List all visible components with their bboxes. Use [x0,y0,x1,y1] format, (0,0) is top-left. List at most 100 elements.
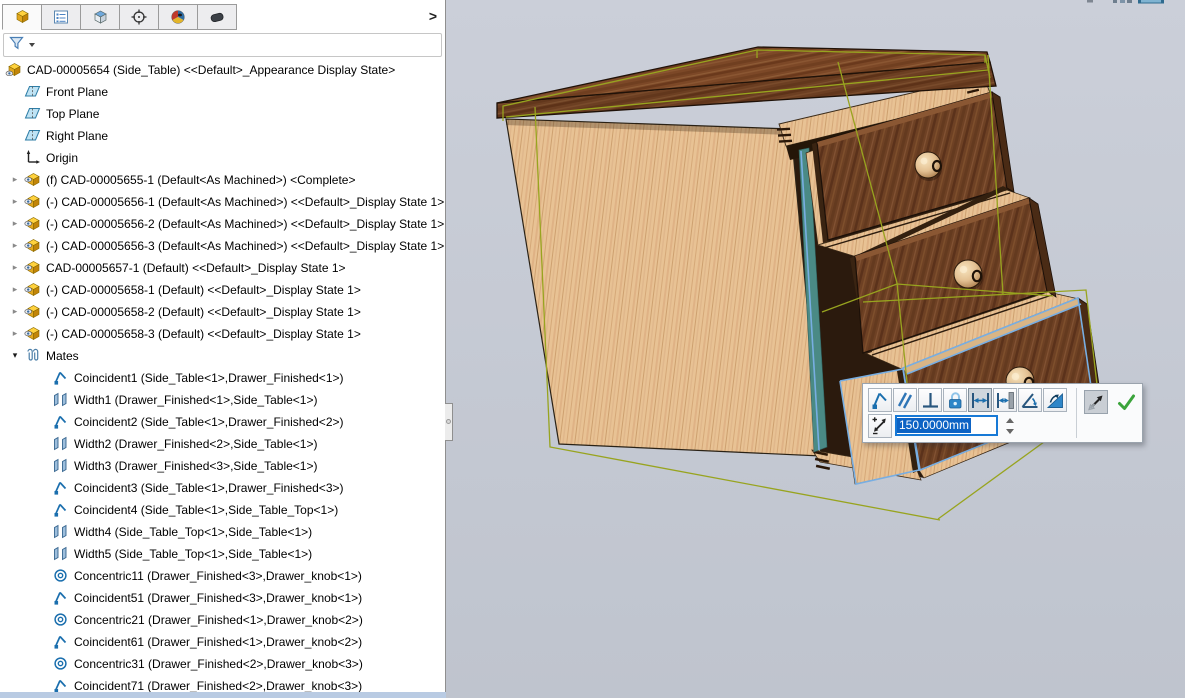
distance-value-input[interactable]: 150.0000mm [895,415,998,436]
tree-item[interactable]: Front Plane [0,80,444,102]
tree-item[interactable]: ▸ (-) CAD-00005658-1 (Default) <<Default… [0,278,444,300]
distance-spinner[interactable] [1004,416,1016,436]
featuremanager-icon [13,8,31,26]
distance-icon [969,389,991,411]
tree-item-label: (-) CAD-00005658-1 (Default) <<Default>_… [46,282,361,297]
tree-filter-input[interactable] [3,33,442,57]
tree-item[interactable]: Coincident61 (Drawer_Finished<1>,Drawer_… [0,630,444,652]
configurationmanager-tab[interactable] [80,4,120,30]
part-icon [24,193,41,210]
tree-item[interactable]: ▸ (-) CAD-00005658-3 (Default) <<Default… [0,322,444,344]
expand-arrow-icon[interactable]: ▸ [6,306,24,317]
tree-item[interactable]: Width2 (Drawer_Finished<2>,Side_Table<1>… [0,432,444,454]
splitter-grip-icon [446,419,451,424]
modify-dimension-button[interactable] [868,414,892,438]
tree-item[interactable]: Concentric21 (Drawer_Finished<1>,Drawer_… [0,608,444,630]
concentric-mate-icon [52,655,69,672]
perpendicular-icon [919,389,941,411]
tree-item[interactable]: Width5 (Side_Table_Top<1>,Side_Table<1>) [0,542,444,564]
tree-horizontal-scrollbar[interactable] [0,692,446,698]
coincident-mate-icon [52,501,69,518]
expand-arrow-icon[interactable]: ▸ [6,240,24,251]
tree-item[interactable]: Top Plane [0,102,444,124]
panel-overflow-chevron-icon[interactable]: > [429,8,437,24]
drawer-knob[interactable] [915,152,942,181]
tree-item[interactable]: Origin [0,146,444,168]
tree-item-label: (-) CAD-00005656-3 (Default<As Machined>… [46,238,444,253]
displaymanager-tab[interactable] [158,4,198,30]
tree-item-label: (-) CAD-00005656-2 (Default<As Machined>… [46,216,444,231]
coincident-mate-icon [52,633,69,650]
tree-item[interactable]: CAD-00005654 (Side_Table) <<Default>_App… [0,58,444,80]
expand-arrow-icon[interactable]: ▸ [6,174,24,185]
tree-item[interactable]: Coincident4 (Side_Table<1>,Side_Table_To… [0,498,444,520]
limit-distance-mate-button[interactable] [993,388,1017,412]
expand-arrow-icon[interactable]: ▸ [6,196,24,207]
tree-item[interactable]: Coincident3 (Side_Table<1>,Drawer_Finish… [0,476,444,498]
distance-value-text: 150.0000mm [897,418,971,433]
expand-arrow-icon[interactable]: ▸ [6,284,24,295]
part-icon [24,237,41,254]
flip-dimension-button[interactable] [1084,390,1108,414]
graphics-viewport[interactable] [446,0,1185,698]
tree-item[interactable]: ▸ (-) CAD-00005656-3 (Default<As Machine… [0,234,444,256]
feature-tree: CAD-00005654 (Side_Table) <<Default>_App… [0,58,444,692]
panel-splitter-handle[interactable] [445,403,453,441]
tree-filter-bar [0,31,445,58]
expand-arrow-icon[interactable]: ▸ [6,262,24,273]
tree-item[interactable]: Width4 (Side_Table_Top<1>,Side_Table<1>) [0,520,444,542]
tree-item-label: Width3 (Drawer_Finished<3>,Side_Table<1>… [74,458,317,473]
tree-item-label: Coincident71 (Drawer_Finished<2>,Drawer_… [74,678,362,693]
coincident-mate-icon [52,479,69,496]
tree-item[interactable]: Concentric11 (Drawer_Finished<3>,Drawer_… [0,564,444,586]
accept-mate-button[interactable] [1114,390,1138,414]
coincident-mate-icon [52,413,69,430]
tree-item-label: Concentric31 (Drawer_Finished<2>,Drawer_… [74,656,363,671]
tree-item[interactable]: Coincident71 (Drawer_Finished<2>,Drawer_… [0,674,444,692]
expand-arrow-icon[interactable]: ▸ [6,218,24,229]
modify-dimension-icon [869,415,891,437]
tree-item-label: Width2 (Drawer_Finished<2>,Side_Table<1>… [74,436,317,451]
distance-mate-button[interactable] [968,388,992,412]
tree-item[interactable]: Coincident2 (Side_Table<1>,Drawer_Finish… [0,410,444,432]
tree-item[interactable]: ▸ (-) CAD-00005656-1 (Default<As Machine… [0,190,444,212]
tree-item[interactable]: Right Plane [0,124,444,146]
solidworks-window: > CAD-00005654 (Side_Table) <<Default>_A… [0,0,1185,698]
tree-item[interactable]: Width1 (Drawer_Finished<1>,Side_Table<1>… [0,388,444,410]
tree-item-label: Front Plane [46,84,108,99]
spin-down-icon[interactable] [1006,429,1014,434]
coincident-mate-icon [52,369,69,386]
coincident-mate-button[interactable] [868,388,892,412]
spin-up-icon[interactable] [1006,418,1014,423]
tree-item[interactable]: ▸ (-) CAD-00005658-2 (Default) <<Default… [0,300,444,322]
tree-item[interactable]: Coincident51 (Drawer_Finished<3>,Drawer_… [0,586,444,608]
tree-item-label: Right Plane [46,128,108,143]
tree-item-label: (-) CAD-00005656-1 (Default<As Machined>… [46,194,444,209]
angle-mate-button[interactable] [1018,388,1042,412]
tree-item-label: Top Plane [46,106,99,121]
filter-funnel-icon[interactable] [8,34,26,56]
width-mate-icon [52,457,69,474]
dimxpertmanager-tab[interactable] [119,4,159,30]
drawer-knob[interactable] [954,260,983,291]
lock-icon [944,389,966,411]
propertymanager-tab[interactable] [41,4,81,30]
tree-item[interactable]: ▸ (-) CAD-00005656-2 (Default<As Machine… [0,212,444,234]
tree-item[interactable]: Concentric31 (Drawer_Finished<2>,Drawer_… [0,652,444,674]
perpendicular-mate-button[interactable] [918,388,942,412]
coincident-icon [869,389,891,411]
tree-item[interactable]: ▸ (f) CAD-00005655-1 (Default<As Machine… [0,168,444,190]
tree-item[interactable]: Width3 (Drawer_Finished<3>,Side_Table<1>… [0,454,444,476]
collapse-arrow-icon[interactable]: ▾ [6,350,24,361]
lock-mate-button[interactable] [943,388,967,412]
tree-item[interactable]: ▸ CAD-00005657-1 (Default) <<Default>_Di… [0,256,444,278]
parallel-mate-button[interactable] [893,388,917,412]
expand-arrow-icon[interactable]: ▸ [6,328,24,339]
tree-item[interactable]: Coincident1 (Side_Table<1>,Drawer_Finish… [0,366,444,388]
cam-tab[interactable] [197,4,237,30]
tree-item-label: Origin [46,150,78,165]
limit-angle-mate-button[interactable] [1043,388,1067,412]
dropdown-caret-icon[interactable] [29,43,35,47]
tree-item[interactable]: ▾ Mates [0,344,444,366]
featuremanager-tab[interactable] [2,4,42,30]
